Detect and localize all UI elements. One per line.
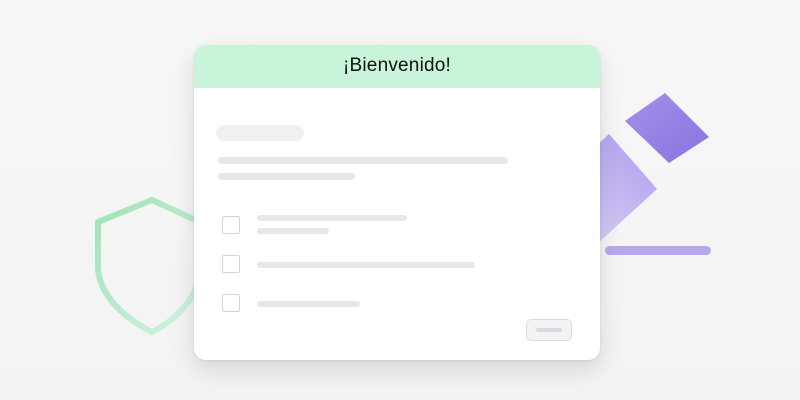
placeholder-chip — [216, 125, 304, 141]
checklist-checkbox-1[interactable] — [222, 216, 240, 234]
checklist-checkbox-3[interactable] — [222, 294, 240, 312]
submit-button[interactable] — [526, 319, 572, 341]
pencil-underline — [605, 246, 711, 255]
welcome-dialog: ¡Bienvenido! — [194, 45, 600, 360]
checklist-sublabel-placeholder — [257, 228, 329, 234]
checklist-label-placeholder — [257, 301, 360, 307]
checklist-label-placeholder — [257, 262, 475, 268]
submit-button-placeholder — [536, 328, 562, 332]
checklist-label-placeholder — [257, 215, 407, 221]
placeholder-line — [218, 173, 355, 180]
checklist-checkbox-2[interactable] — [222, 255, 240, 273]
dialog-title: ¡Bienvenido! — [342, 55, 452, 76]
placeholder-line — [218, 157, 508, 164]
dialog-header: ¡Bienvenido! — [194, 45, 600, 88]
